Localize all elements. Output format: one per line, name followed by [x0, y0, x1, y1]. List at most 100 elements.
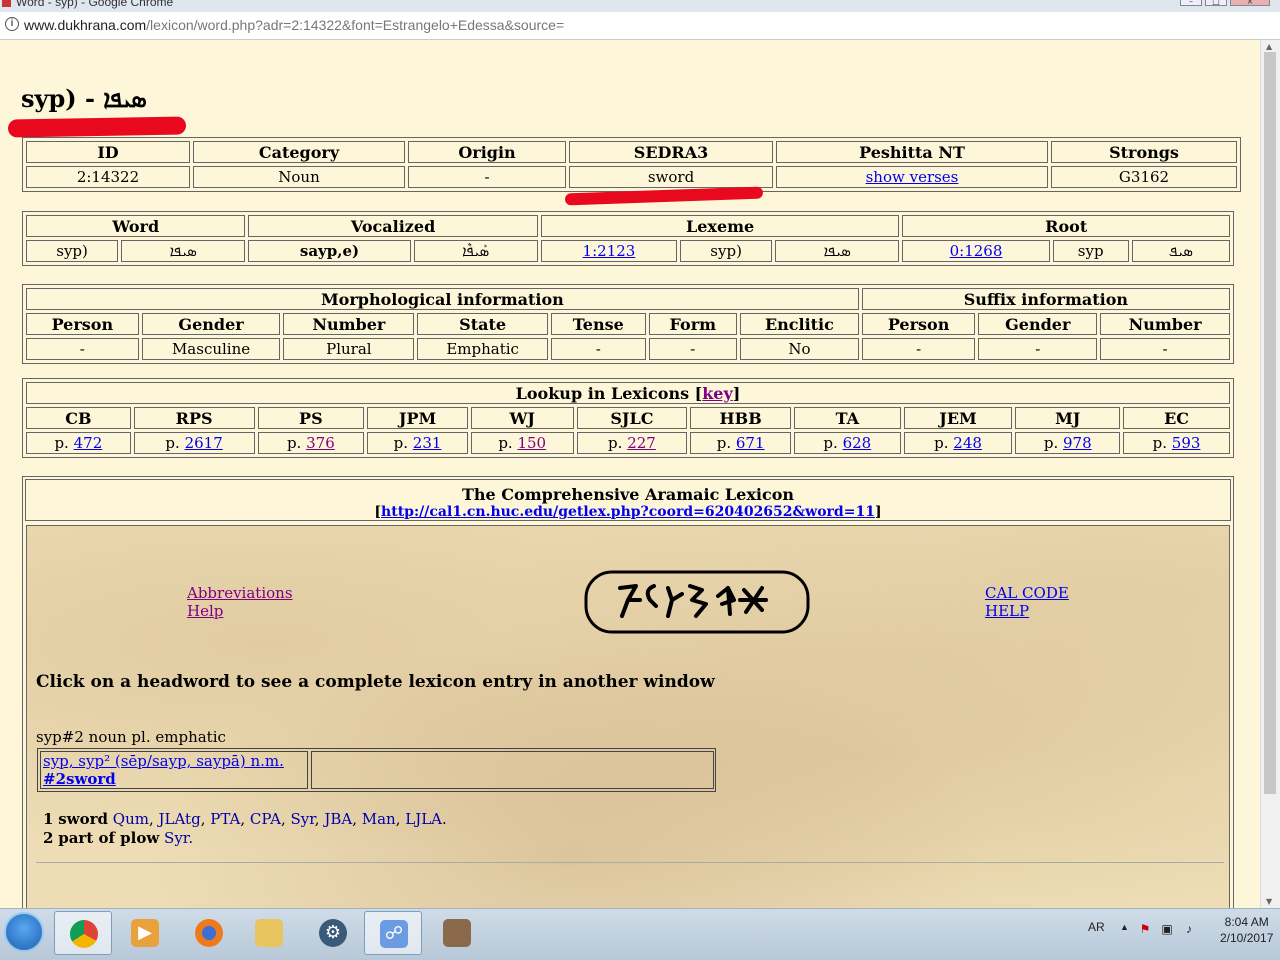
lexicon-header-cell: MJ: [1015, 407, 1121, 429]
dialect-link[interactable]: Syr: [290, 810, 314, 828]
show-verses-cell: show verses: [776, 166, 1048, 188]
header-suffix-gender: Gender: [978, 313, 1098, 335]
taskbar-app[interactable]: [428, 911, 486, 955]
lexicon-header-cell: EC: [1123, 407, 1230, 429]
root-id-link[interactable]: 0:1268: [950, 242, 1003, 260]
key-link[interactable]: key: [702, 384, 733, 403]
header-state: State: [417, 313, 548, 335]
lexeme-id-link[interactable]: 1:2123: [583, 242, 636, 260]
header-origin: Origin: [408, 141, 566, 163]
action-center-icon[interactable]: ⚑: [1138, 922, 1152, 936]
dialect-link[interactable]: Syr.: [164, 829, 193, 847]
header-suffix-person: Person: [861, 313, 976, 335]
lexicon-page-cell: p. 472: [26, 432, 131, 454]
value-category: Noun: [193, 166, 405, 188]
dialect-link[interactable]: PTA: [210, 810, 240, 828]
taskbar-settings[interactable]: ⚙: [304, 911, 362, 955]
lexicon-page-link[interactable]: 978: [1063, 434, 1092, 452]
sense-link[interactable]: #2sword: [43, 770, 116, 788]
lexicon-header-cell: CB: [26, 407, 131, 429]
site-info-icon[interactable]: i: [5, 17, 19, 31]
header-person: Person: [26, 313, 139, 335]
help-link[interactable]: Help: [187, 602, 223, 620]
info-table: ID Category Origin SEDRA3 Peshitta NT St…: [22, 137, 1241, 192]
close-button[interactable]: ×: [1230, 0, 1270, 6]
header-gender: Gender: [141, 313, 281, 335]
app-icon: [443, 919, 471, 947]
lexicon-page-link[interactable]: 671: [736, 434, 765, 452]
value-suffix-number: -: [1100, 338, 1230, 360]
dialect-link[interactable]: CPA: [250, 810, 281, 828]
network-icon: ☍: [380, 920, 408, 948]
scroll-down-icon[interactable]: ▼: [1266, 897, 1272, 906]
language-indicator[interactable]: AR: [1088, 920, 1105, 934]
taskbar-firefox[interactable]: [180, 911, 238, 955]
lexicon-header-cell: SJLC: [576, 407, 688, 429]
tray-expand-icon[interactable]: ▲: [1120, 922, 1129, 932]
cal-entry-label: syp#2 noun pl. emphatic: [36, 728, 226, 746]
clock[interactable]: 8:04 AM 2/10/2017: [1220, 914, 1273, 946]
header-strongs: Strongs: [1051, 141, 1237, 163]
value-number: Plural: [283, 338, 415, 360]
header-lexeme: Lexeme: [540, 215, 900, 237]
lexicon-page-link[interactable]: 2617: [185, 434, 223, 452]
cal-instruction: Click on a headword to see a complete le…: [36, 672, 715, 692]
dialect-link[interactable]: Man: [362, 810, 396, 828]
lexicon-header-cell: RPS: [133, 407, 255, 429]
taskbar-network[interactable]: ☍: [364, 911, 422, 955]
lexicon-page-link[interactable]: 227: [627, 434, 656, 452]
header-enclitic: Enclitic: [740, 313, 859, 335]
address-bar[interactable]: i www.dukhrana.com/lexicon/word.php?adr=…: [0, 12, 1280, 40]
lexicon-page-link[interactable]: 628: [843, 434, 872, 452]
lexicon-lookup-table: Lookup in Lexicons [key] CB RPS PS JPM WJ SJL…: [22, 378, 1234, 458]
show-verses-link[interactable]: show verses: [866, 168, 959, 186]
value-sedra3: sword: [569, 166, 773, 188]
lexicon-page-link[interactable]: 248: [953, 434, 982, 452]
lexicon-page-link[interactable]: 231: [413, 434, 442, 452]
dialect-link[interactable]: JBA: [324, 810, 352, 828]
value-suffix-person: -: [861, 338, 976, 360]
page-title: syp) - ܣܝܦܐ: [21, 84, 147, 113]
dialect-link[interactable]: Qum: [113, 810, 149, 828]
headword-link[interactable]: syp, syp² (sēp/sayp, saypā) n.m.: [43, 752, 284, 770]
lexicon-page-link[interactable]: 472: [74, 434, 103, 452]
lexicon-header-cell: TA: [793, 407, 901, 429]
url-text[interactable]: www.dukhrana.com/lexicon/word.php?adr=2:…: [24, 17, 564, 33]
scroll-up-icon[interactable]: ▲: [1266, 42, 1272, 51]
header-category: Category: [193, 141, 405, 163]
scrollbar-thumb[interactable]: [1264, 52, 1276, 794]
lexicon-page-link[interactable]: 150: [517, 434, 546, 452]
value-suffix-gender: -: [978, 338, 1098, 360]
header-vocalized: Vocalized: [248, 215, 538, 237]
cal-entry-cell: syp, syp² (sēp/sayp, saypā) n.m. #2sword: [40, 751, 308, 789]
help-caps-link[interactable]: HELP: [985, 602, 1029, 620]
cal-getlex-link[interactable]: http://cal1.cn.huc.edu/getlex.php?coord=…: [381, 504, 875, 520]
start-button[interactable]: [4, 912, 44, 952]
cal-entry-table: syp, syp² (sēp/sayp, saypā) n.m. #2sword: [37, 748, 716, 792]
lexicon-page-link[interactable]: 593: [1172, 434, 1201, 452]
volume-icon[interactable]: ♪: [1182, 922, 1196, 936]
header-peshitta-nt: Peshitta NT: [776, 141, 1048, 163]
cal-link-line: [http://cal1.cn.huc.edu/getlex.php?coord…: [374, 504, 882, 520]
header-root: Root: [902, 215, 1230, 237]
taskbar-media-player[interactable]: ▶: [116, 911, 174, 955]
lexicon-page-link[interactable]: 376: [306, 434, 335, 452]
root-latin: syp: [1052, 240, 1129, 262]
minimize-button[interactable]: –: [1180, 0, 1202, 6]
header-morphological-information: Morphological information: [26, 288, 859, 310]
abbreviations-link[interactable]: Abbreviations: [187, 584, 293, 602]
taskbar-explorer[interactable]: [240, 911, 298, 955]
maximize-button[interactable]: □: [1205, 0, 1227, 6]
network-tray-icon[interactable]: ▣: [1160, 922, 1174, 936]
word-table: Word Vocalized Lexeme Root syp) ܣܝܦܐ say…: [22, 211, 1234, 266]
lexicon-page-cell: p. 248: [903, 432, 1013, 454]
taskbar-chrome[interactable]: [54, 911, 112, 955]
dialect-link[interactable]: JLAtg: [159, 810, 201, 828]
firefox-icon: [195, 919, 223, 947]
lexicon-header-cell: JPM: [367, 407, 468, 429]
cal-code-link[interactable]: CAL CODE: [985, 584, 1069, 602]
dialect-link[interactable]: LJLA: [405, 810, 442, 828]
header-form: Form: [648, 313, 738, 335]
vertical-scrollbar[interactable]: ▲ ▼: [1260, 40, 1280, 908]
lexicon-header-cell: PS: [257, 407, 365, 429]
